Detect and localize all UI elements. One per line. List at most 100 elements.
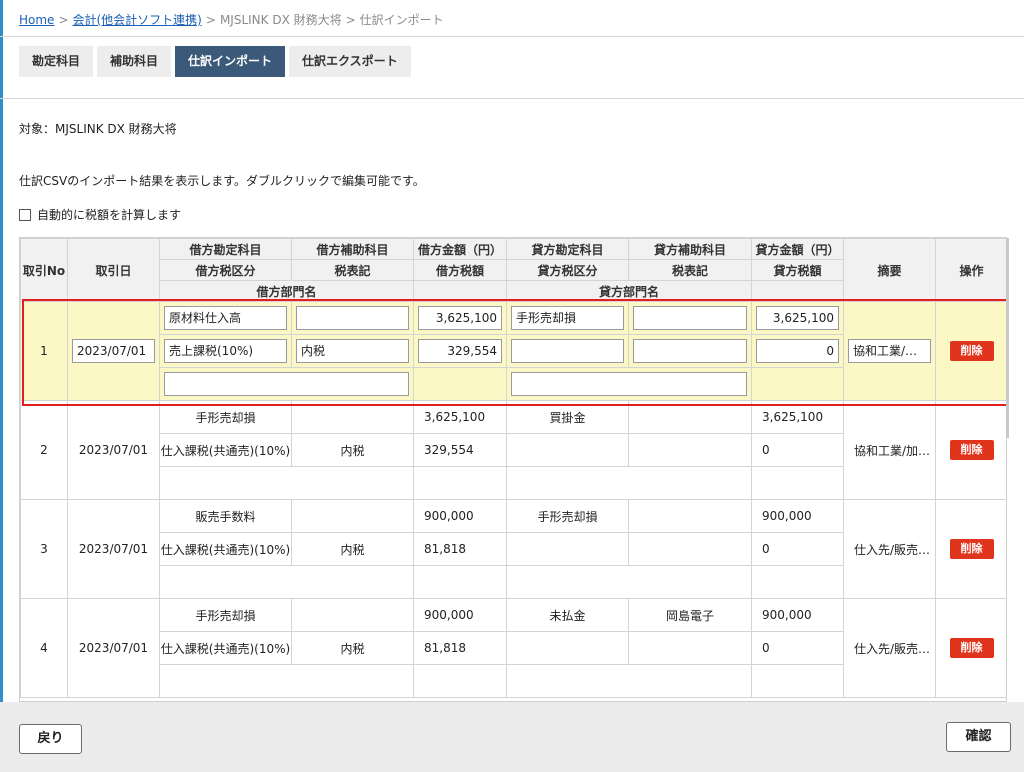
tab-journal-export[interactable]: 仕訳エクスポート [289, 46, 411, 77]
header-credit-tax: 貸方税額 [751, 259, 844, 281]
debit-tax-notation: 内税 [291, 631, 414, 665]
credit-tax-notation-input[interactable] [633, 339, 747, 363]
debit-account: 手形売却損 [159, 400, 292, 434]
debit-tax-class: 仕入課税(共通売)(10%) [159, 631, 292, 665]
debit-sub [291, 598, 414, 632]
header-debit-tax-class: 借方税区分 [159, 259, 292, 281]
debit-tax-notation-cell: 内税 [291, 334, 414, 368]
debit-tax: 81,818 [413, 532, 507, 566]
row-no: 2 [20, 400, 68, 500]
row-no: 3 [20, 499, 68, 599]
debit-amount-input[interactable]: 3,625,100 [418, 306, 502, 330]
debit-tax-class: 仕入課税(共通売)(10%) [159, 532, 292, 566]
debit-sub-input[interactable] [296, 306, 409, 330]
delete-button[interactable]: 削除 [949, 440, 994, 460]
delete-button[interactable]: 削除 [949, 638, 994, 658]
blank-cell [413, 466, 507, 500]
debit-sub-cell [291, 301, 414, 335]
header-action: 操作 [935, 238, 1006, 302]
header-memo: 摘要 [843, 238, 936, 302]
table-scrollbar[interactable] [1006, 238, 1009, 438]
divider [0, 98, 1024, 99]
header-debit-sub: 借方補助科目 [291, 238, 414, 260]
breadcrumb-separator: > [58, 13, 69, 27]
action-cell: 削除 [935, 598, 1006, 698]
header-credit-sub: 貸方補助科目 [628, 238, 752, 260]
table-row[interactable]: 2 2023/07/01 手形売却損 3,625,100 買掛金 3,625,1… [20, 400, 1006, 500]
date-input[interactable]: 2023/07/01 [72, 339, 155, 363]
auto-calc-option[interactable]: 自動的に税額を計算します [19, 206, 181, 223]
action-cell: 削除 [935, 400, 1006, 500]
header-credit-tax-class: 貸方税区分 [506, 259, 629, 281]
blank-cell [751, 367, 844, 401]
memo-input[interactable]: 協和工業/… [848, 339, 931, 363]
memo: 仕入先/販売… [843, 598, 936, 698]
divider [0, 36, 1024, 37]
debit-tax-class-cell: 売上課税(10%) [159, 334, 292, 368]
debit-tax-class-input[interactable]: 売上課税(10%) [164, 339, 287, 363]
credit-tax-notation [628, 631, 752, 665]
breadcrumb-home-link[interactable]: Home [19, 13, 54, 27]
credit-tax: 0 [751, 631, 844, 665]
debit-account: 手形売却損 [159, 598, 292, 632]
row-no: 1 [20, 301, 68, 401]
table-row[interactable]: 3 2023/07/01 販売手数料 900,000 手形売却損 900,000… [20, 499, 1006, 599]
debit-sub [291, 400, 414, 434]
delete-button[interactable]: 削除 [949, 539, 994, 559]
debit-tax-class: 仕入課税(共通売)(10%) [159, 433, 292, 467]
credit-sub [628, 400, 752, 434]
tab-accounts[interactable]: 勘定科目 [19, 46, 94, 77]
row-date: 2023/07/01 [67, 400, 160, 500]
credit-sub-input[interactable] [633, 306, 747, 330]
header-tax-notation-2: 税表記 [628, 259, 752, 281]
debit-dept [159, 664, 414, 698]
back-button[interactable]: 戻り [19, 724, 82, 754]
auto-calc-checkbox[interactable] [19, 208, 31, 221]
tab-journal-import[interactable]: 仕訳インポート [175, 46, 286, 77]
credit-tax-class-input[interactable] [511, 339, 624, 363]
confirm-button[interactable]: 確認 [946, 722, 1011, 752]
header-date: 取引日 [67, 238, 160, 302]
credit-tax-class-cell [506, 334, 629, 368]
credit-account: 買掛金 [506, 400, 629, 434]
credit-amount-cell: 3,625,100 [751, 301, 844, 335]
credit-dept-cell [506, 367, 752, 401]
debit-dept-cell [159, 367, 414, 401]
header-credit-dept: 貸方部門名 [506, 280, 752, 302]
memo: 仕入先/販売… [843, 499, 936, 599]
action-cell: 削除 [935, 301, 1006, 401]
debit-tax-notation-input[interactable]: 内税 [296, 339, 409, 363]
credit-account-input[interactable]: 手形売却損 [511, 306, 624, 330]
credit-account-cell: 手形売却損 [506, 301, 629, 335]
debit-account: 販売手数料 [159, 499, 292, 533]
breadcrumb: Home > 会計(他会計ソフト連携) > MJSLINK DX 財務大将 > 仕訳インポー… [19, 11, 444, 28]
credit-amount-input[interactable]: 3,625,100 [756, 306, 839, 330]
tab-bar: 勘定科目 補助科目 仕訳インポート 仕訳エクスポート [19, 46, 411, 77]
breadcrumb-accounting-link[interactable]: 会計(他会計ソフト連携) [73, 13, 202, 27]
debit-amount: 900,000 [413, 598, 507, 632]
blank-cell [413, 565, 507, 599]
debit-tax-notation: 内税 [291, 532, 414, 566]
debit-tax-input[interactable]: 329,554 [418, 339, 502, 363]
debit-dept-input[interactable] [164, 372, 409, 396]
action-cell: 削除 [935, 499, 1006, 599]
tab-sub-accounts[interactable]: 補助科目 [97, 46, 172, 77]
credit-account: 手形売却損 [506, 499, 629, 533]
blank-cell [751, 664, 844, 698]
debit-account-input[interactable]: 原材料仕入高 [164, 306, 287, 330]
credit-dept [506, 466, 752, 500]
credit-tax-input[interactable]: 0 [756, 339, 839, 363]
credit-tax-notation [628, 532, 752, 566]
credit-tax-cell: 0 [751, 334, 844, 368]
credit-account: 未払金 [506, 598, 629, 632]
header-no: 取引No [20, 238, 68, 302]
table-row[interactable]: 1 2023/07/01 原材料仕入高 3,625,100 手形売却損 3,62… [20, 301, 1006, 401]
debit-tax-notation: 内税 [291, 433, 414, 467]
delete-button[interactable]: 削除 [949, 341, 994, 361]
table-row[interactable]: 4 2023/07/01 手形売却損 900,000 未払金 岡島電子 900,… [20, 598, 1006, 698]
journal-table-container[interactable]: 取引No 取引日 借方勘定科目 借方補助科目 借方金額（円） 貸方勘定科目 貸方… [19, 237, 1007, 702]
credit-dept-input[interactable] [511, 372, 747, 396]
journal-table: 取引No 取引日 借方勘定科目 借方補助科目 借方金額（円） 貸方勘定科目 貸方… [20, 238, 1006, 698]
credit-dept [506, 664, 752, 698]
header-credit-account: 貸方勘定科目 [506, 238, 629, 260]
